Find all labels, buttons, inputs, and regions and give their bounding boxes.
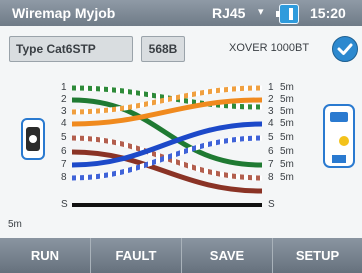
right-pin: 8: [268, 172, 274, 183]
setup-button[interactable]: SETUP: [273, 238, 362, 273]
right-pin: 2: [268, 94, 274, 105]
wire-length: 5m: [280, 82, 294, 93]
wire-length: 5m: [280, 146, 294, 157]
left-pin: 8: [61, 172, 67, 183]
remote-unit-icon: [323, 104, 355, 168]
left-pin: 4: [61, 118, 67, 129]
wiremap-screen: Wiremap Myjob RJ45 ▾ 15:20 Type Cat6STP …: [0, 0, 362, 273]
app-title: Wiremap Myjob: [12, 5, 116, 21]
wire-length: 5m: [280, 172, 294, 183]
fault-button[interactable]: FAULT: [91, 238, 182, 273]
clock-time: 15:20: [310, 5, 346, 21]
wiremap-diagram: [21, 85, 355, 207]
wire-length: 5m: [280, 106, 294, 117]
wire-length: 5m: [280, 118, 294, 129]
main-unit-icon: [21, 118, 45, 160]
left-pin: S: [61, 199, 68, 210]
wire-length: 5m: [280, 159, 294, 170]
right-pin: 4: [268, 118, 274, 129]
battery-icon: [276, 4, 299, 24]
right-pin: 7: [268, 159, 274, 170]
cable-type-field[interactable]: Type Cat6STP: [9, 36, 133, 62]
right-pin: 6: [268, 146, 274, 157]
title-bar: Wiremap Myjob RJ45 ▾ 15:20: [0, 0, 362, 26]
pass-check-icon: [332, 36, 358, 62]
left-pin: 6: [61, 146, 67, 157]
left-pin: 5: [61, 132, 67, 143]
right-pin: 3: [268, 106, 274, 117]
wiremap-area: 1 2 3 4 5 6 7 8 S 1 2 3 4 5 6 7 8 S 5m 5…: [0, 67, 362, 235]
left-pin: 2: [61, 94, 67, 105]
left-pin: 3: [61, 106, 67, 117]
standard-field[interactable]: 568B: [141, 36, 185, 62]
run-button[interactable]: RUN: [0, 238, 91, 273]
left-pin: 7: [61, 159, 67, 170]
save-button[interactable]: SAVE: [182, 238, 273, 273]
info-row: Type Cat6STP 568B XOVER 1000BT: [0, 27, 362, 67]
shield-length: 5m: [8, 219, 22, 230]
result-text: XOVER 1000BT: [229, 42, 310, 54]
right-pin: 1: [268, 82, 274, 93]
port-selector[interactable]: RJ45: [212, 5, 245, 21]
wire-length: 5m: [280, 132, 294, 143]
softkey-bar: RUN FAULT SAVE SETUP: [0, 238, 362, 273]
chevron-down-icon[interactable]: ▾: [258, 5, 264, 18]
left-pin: 1: [61, 82, 67, 93]
right-pin: 5: [268, 132, 274, 143]
right-pin: S: [268, 199, 275, 210]
wire-length: 5m: [280, 94, 294, 105]
